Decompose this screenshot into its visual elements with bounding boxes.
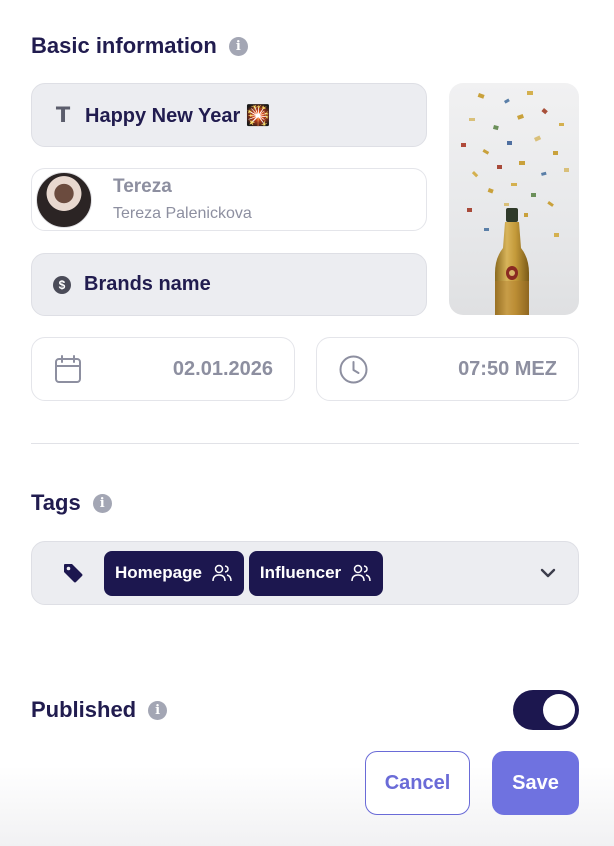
published-row: Published i bbox=[31, 697, 168, 723]
chevron-down-icon[interactable] bbox=[539, 567, 557, 579]
time-value: 07:50 MEZ bbox=[458, 357, 557, 380]
title-field[interactable]: T Happy New Year 🎇 bbox=[31, 83, 427, 147]
section-divider bbox=[31, 443, 579, 444]
basic-information-title: Basic information bbox=[31, 33, 217, 58]
time-field[interactable]: 07:50 MEZ bbox=[316, 337, 579, 401]
dollar-icon: $ bbox=[53, 275, 71, 294]
info-icon[interactable]: i bbox=[148, 700, 168, 720]
champagne-confetti-image bbox=[461, 91, 569, 315]
brand-field[interactable]: $ Brands name bbox=[31, 253, 427, 316]
save-button[interactable]: Save bbox=[492, 751, 579, 815]
users-icon bbox=[351, 564, 371, 582]
author-field[interactable]: Tereza Tereza Palenickova bbox=[31, 168, 427, 231]
cancel-button[interactable]: Cancel bbox=[365, 751, 470, 815]
author-name: Tereza bbox=[113, 176, 172, 197]
tags-select[interactable]: Homepage Influencer bbox=[31, 541, 579, 605]
tag-icon bbox=[64, 564, 83, 583]
date-value: 02.01.2026 bbox=[172, 357, 273, 380]
author-fullname: Tereza Palenickova bbox=[113, 205, 252, 222]
tags-title: Tags bbox=[31, 490, 81, 515]
tag-chip-label: Homepage bbox=[115, 563, 202, 582]
published-label: Published bbox=[31, 697, 137, 722]
cover-image[interactable] bbox=[449, 83, 579, 315]
tags-heading: Tags i bbox=[31, 490, 112, 516]
tag-chip-label: Influencer bbox=[259, 563, 342, 582]
date-field[interactable]: 02.01.2026 bbox=[31, 337, 295, 401]
text-icon: T bbox=[55, 103, 71, 127]
info-icon[interactable]: i bbox=[92, 493, 112, 513]
avatar bbox=[36, 171, 92, 228]
users-icon bbox=[212, 564, 232, 582]
title-value: Happy New Year 🎇 bbox=[85, 104, 271, 127]
basic-information-heading: Basic information i bbox=[31, 33, 248, 59]
brand-value: Brands name bbox=[84, 273, 211, 295]
toggle-knob bbox=[543, 694, 575, 726]
calendar-icon bbox=[55, 355, 81, 383]
tag-chip-homepage[interactable]: Homepage bbox=[104, 550, 244, 596]
tag-chip-influencer[interactable]: Influencer bbox=[248, 550, 384, 596]
clock-icon bbox=[339, 355, 368, 383]
published-toggle[interactable] bbox=[513, 690, 579, 730]
info-icon[interactable]: i bbox=[228, 36, 248, 56]
